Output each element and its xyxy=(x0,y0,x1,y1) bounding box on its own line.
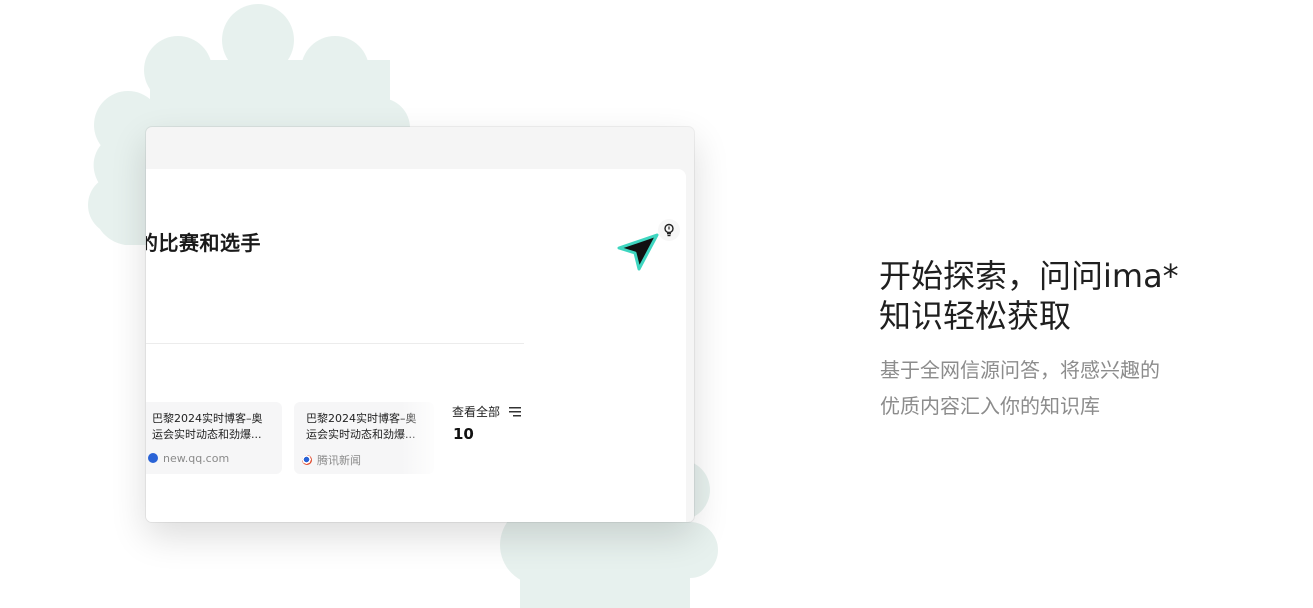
promo-subtitle-line1: 基于全网信源问答，将感兴趣的 xyxy=(880,358,1160,382)
promo-headline: 开始探索，问问ima* 知识轻松获取 xyxy=(879,256,1179,336)
source-site: new.qq.com xyxy=(163,452,230,465)
view-all-label: 查看全部 xyxy=(452,405,501,419)
planet-icon xyxy=(148,453,158,463)
preview-window: 的比赛和选手 巴黎2024实时博客–奥运会实时动态和劲爆... new.qq.c… xyxy=(146,127,694,522)
source-site: 腾讯新闻 xyxy=(317,454,361,467)
source-meta: 腾讯新闻 xyxy=(302,452,361,468)
list-icon xyxy=(508,407,521,417)
fade-overlay xyxy=(401,399,441,479)
promo-subtitle-line2: 优质内容汇入你的知识库 xyxy=(880,394,1100,418)
question-title: 的比赛和选手 xyxy=(146,231,261,255)
tencent-news-icon xyxy=(302,455,312,465)
lightbulb-icon xyxy=(664,223,674,237)
divider xyxy=(146,343,524,344)
answer-panel: 的比赛和选手 巴黎2024实时博客–奥运会实时动态和劲爆... new.qq.c… xyxy=(146,169,686,522)
promo-headline-line2: 知识轻松获取 xyxy=(879,297,1072,335)
view-all-button[interactable]: 查看全部 xyxy=(452,403,521,420)
source-card[interactable]: 巴黎2024实时博客–奥运会实时动态和劲爆... new.qq.com xyxy=(146,402,282,474)
promo-subtitle: 基于全网信源问答，将感兴趣的 优质内容汇入你的知识库 xyxy=(880,352,1160,424)
source-meta: new.qq.com xyxy=(148,452,229,465)
source-title: 巴黎2024实时博客–奥运会实时动态和劲爆... xyxy=(152,412,263,441)
cursor-arrow-icon xyxy=(617,233,659,271)
promo-headline-line1: 开始探索，问问ima* xyxy=(879,257,1179,295)
lightbulb-button[interactable] xyxy=(658,219,680,241)
view-all-count: 10 xyxy=(453,425,474,443)
